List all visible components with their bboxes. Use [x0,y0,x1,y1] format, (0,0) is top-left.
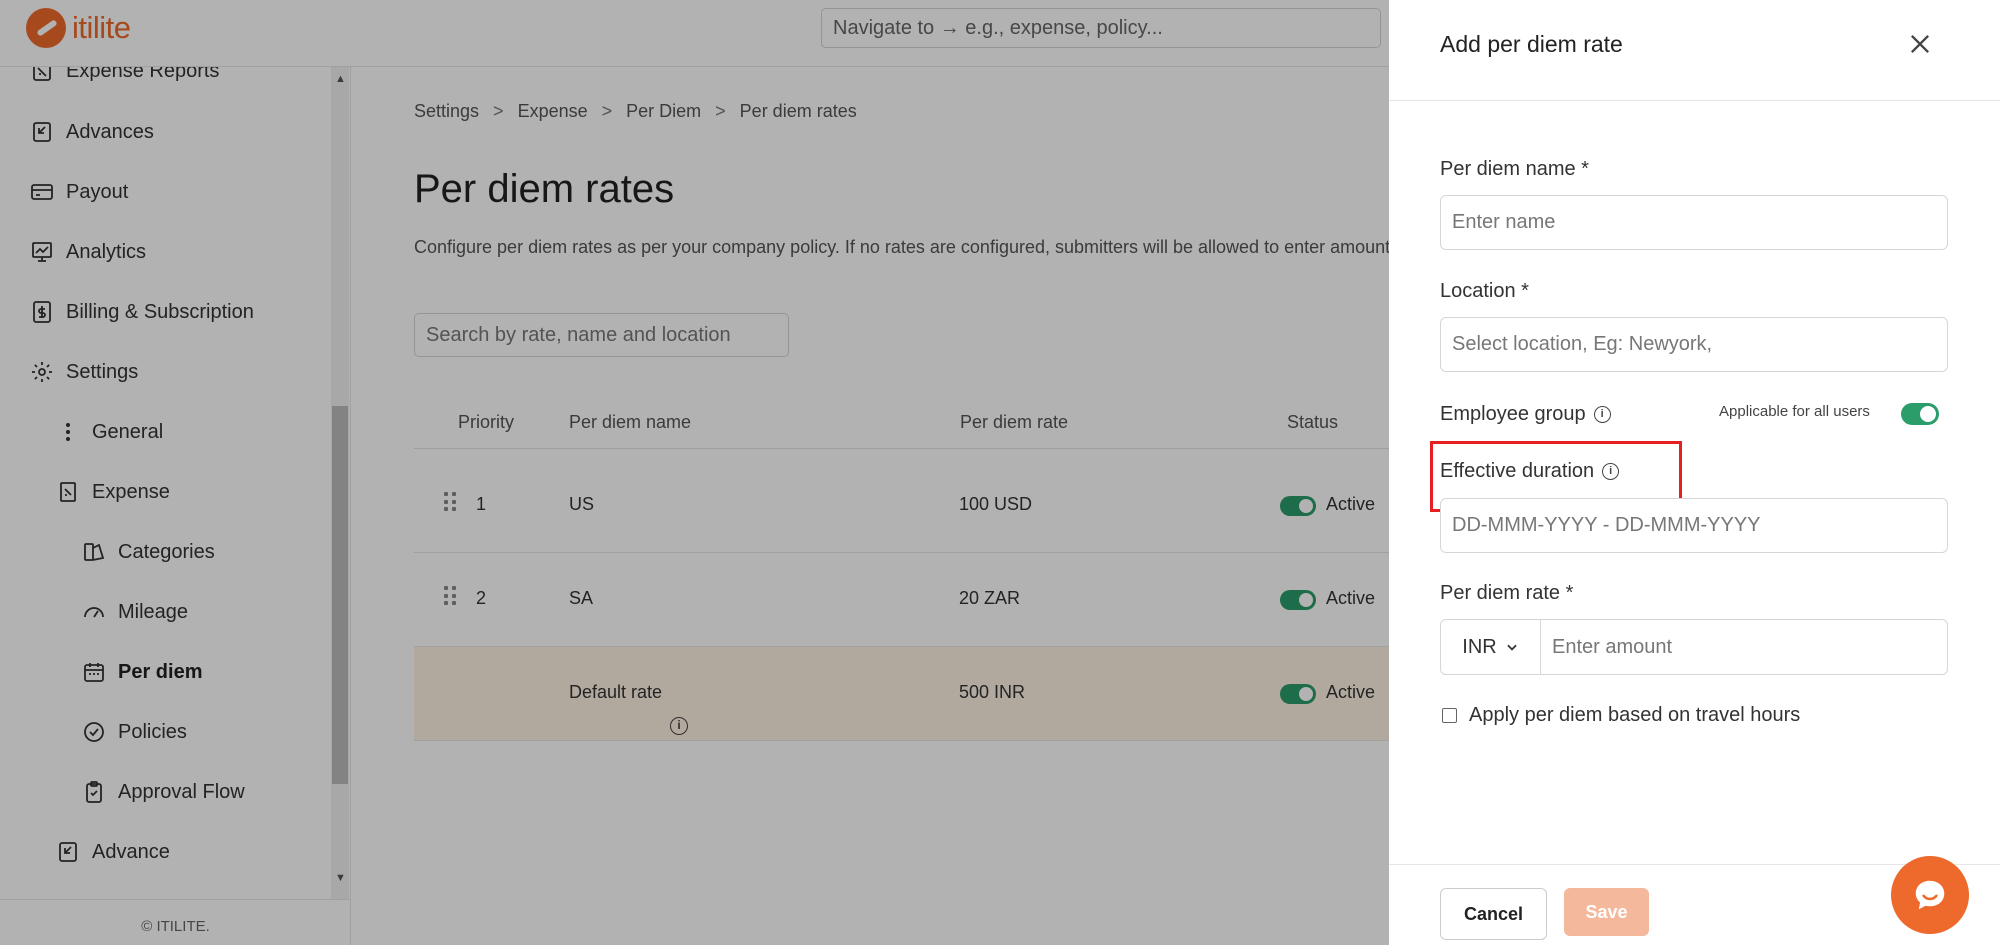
per-diem-rate-field: INR Enter amount [1440,619,1948,675]
applicable-all-users-label: Applicable for all users [1719,403,1870,420]
per-diem-name-input[interactable]: Enter name [1440,195,1948,250]
applicable-all-users-toggle[interactable] [1901,403,1939,425]
drawer-header: Add per diem rate [1389,0,2000,101]
modal-backdrop[interactable] [0,0,1389,945]
close-icon[interactable] [1906,30,1934,58]
per-diem-rate-label: Per diem rate * [1440,582,1574,604]
currency-select[interactable]: INR [1441,620,1541,674]
location-input[interactable]: Select location, Eg: Newyork, [1440,317,1948,372]
chat-bubble-icon [1915,880,1945,910]
per-diem-name-label: Per diem name * [1440,158,1589,180]
drawer-title: Add per diem rate [1440,31,1623,57]
save-button[interactable]: Save [1564,888,1649,936]
cancel-button[interactable]: Cancel [1440,888,1547,940]
amount-input[interactable]: Enter amount [1541,620,1947,674]
travel-hours-option[interactable]: Apply per diem based on travel hours [1442,704,1800,727]
add-per-diem-drawer: Add per diem rate Per diem name * Enter … [1389,0,2000,945]
chevron-down-icon [1507,644,1517,651]
currency-value: INR [1462,635,1497,658]
info-icon[interactable]: i [1593,406,1611,424]
employee-group-label: Employee group i [1440,403,1611,426]
travel-hours-checkbox[interactable] [1442,708,1457,723]
chat-widget-button[interactable] [1891,856,1969,934]
travel-hours-label: Apply per diem based on travel hours [1469,704,1801,726]
effective-duration-input[interactable]: DD-MMM-YYYY - DD-MMM-YYYY [1440,498,1948,553]
location-label: Location * [1440,280,1529,302]
